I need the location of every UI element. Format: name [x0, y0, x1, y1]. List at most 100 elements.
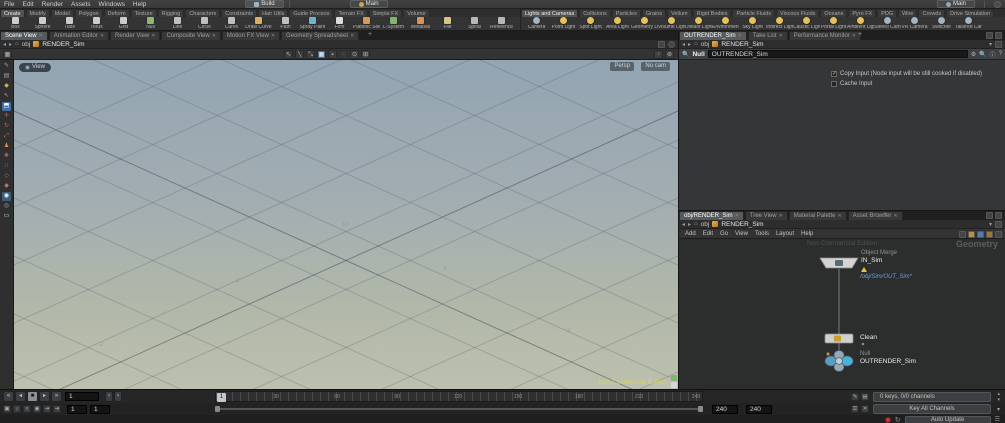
pane-tab[interactable]: Geometry Spreadsheet ✕ — [281, 31, 360, 40]
search-icon[interactable]: 🔍 — [682, 51, 689, 58]
shelf-tab[interactable]: Crowds — [918, 9, 946, 17]
shelf-tab[interactable]: Terrain FX — [334, 9, 368, 17]
next-key-icon[interactable]: › — [114, 391, 122, 402]
points-mode-icon[interactable]: ∷ — [2, 162, 11, 171]
new-tab-button[interactable]: + — [365, 31, 375, 38]
resize-grip-icon[interactable] — [671, 382, 677, 388]
playhead[interactable]: 1 — [217, 393, 226, 402]
shelf-tab[interactable]: Viscous Fluids — [776, 9, 820, 17]
shelf-tool[interactable]: L-System — [380, 17, 407, 30]
shelf-tool[interactable]: Sphere — [29, 17, 56, 30]
shelf-tab[interactable]: Guide Process — [289, 9, 334, 17]
node-name-field[interactable]: OUTRENDER_Sim — [707, 50, 968, 58]
pane-tab[interactable]: Asset Browser ✕ — [847, 211, 903, 220]
pane-tab[interactable]: Composite View ✕ — [161, 31, 221, 40]
secondary-selector[interactable]: Main — [349, 0, 388, 8]
pane-tab[interactable]: Tree View ✕ — [744, 211, 788, 220]
path-menu-icon[interactable] — [658, 40, 665, 48]
prims-mode-icon[interactable]: ◆ — [2, 182, 11, 191]
warning-icon[interactable] — [861, 267, 867, 272]
shelf-tab[interactable]: Characters — [185, 9, 221, 17]
pane-maximize-icon[interactable] — [986, 32, 993, 39]
keyframe-icon[interactable]: ◆ — [2, 82, 11, 91]
back-icon[interactable]: ◂ — [682, 41, 685, 48]
persp-view-button[interactable]: Persp — [610, 62, 634, 71]
menu-item[interactable]: Windows — [95, 1, 129, 8]
shelf-tool[interactable]: Camera — [523, 17, 550, 30]
pane-tab[interactable]: Render View ✕ — [110, 31, 161, 40]
network-menu-item[interactable]: Edit — [700, 231, 716, 237]
shelf-tab[interactable]: Polygon — [74, 9, 103, 17]
substep-field[interactable]: 1 — [90, 404, 110, 414]
objects-mode-icon[interactable]: ❖ — [2, 152, 11, 161]
shelf-tool[interactable]: Circle — [191, 17, 218, 30]
shelf-tab[interactable]: Vellum — [667, 9, 692, 17]
network-menu-item[interactable]: Layout — [773, 231, 797, 237]
close-icon[interactable]: ✕ — [735, 213, 739, 219]
set-key-icon[interactable]: ⚿ — [851, 405, 859, 413]
node-name-label[interactable]: OUTRENDER_Sim — [860, 358, 916, 365]
help-icon[interactable]: ? — [999, 51, 1002, 57]
shelf-tab[interactable]: Grains — [641, 9, 667, 17]
current-frame-field[interactable]: 1 — [65, 392, 99, 401]
snap-grid-icon[interactable]: ▦ — [317, 49, 326, 59]
path-context[interactable]: obj — [701, 41, 710, 48]
checkbox-unchecked-icon[interactable] — [831, 81, 837, 87]
close-icon[interactable]: ✕ — [837, 213, 841, 219]
close-icon[interactable]: ✕ — [779, 33, 783, 39]
timeline-ruler[interactable]: 30 60 90 120 150 180 210 240 1 — [215, 391, 703, 402]
node-name-label[interactable]: IN_Sim — [861, 257, 882, 264]
pane-tab[interactable]: OUTRENDER_Sim ✕ — [679, 31, 747, 40]
close-icon[interactable]: ✕ — [350, 33, 354, 39]
shelf-tab[interactable]: Simple FX — [368, 9, 403, 17]
path-options-icon[interactable] — [995, 220, 1002, 228]
loop-mode-icon[interactable]: ➔ — [53, 405, 61, 413]
remove-key-icon[interactable]: ✕ — [861, 405, 869, 413]
shelf-tool[interactable]: Draw Curve — [245, 17, 272, 30]
path-context[interactable]: obj — [22, 41, 31, 48]
render-region-icon[interactable]: ▭ — [2, 212, 11, 221]
back-icon[interactable]: ◂ — [3, 41, 6, 48]
sticky-note-icon[interactable] — [986, 230, 993, 238]
pin-icon[interactable]: ⌂ — [694, 41, 698, 47]
add-view-icon[interactable]: ⊞ — [361, 49, 370, 59]
menu-item[interactable]: File — [0, 1, 18, 8]
node-shape-null[interactable] — [824, 350, 854, 372]
shelf-tool[interactable]: Tube — [56, 17, 83, 30]
menu-item[interactable]: Help — [129, 1, 150, 8]
move-tool-icon[interactable]: ⤡ — [306, 49, 315, 59]
shelf-tool[interactable]: Torus — [83, 17, 110, 30]
shelf-tab[interactable]: Wire — [898, 9, 918, 17]
tool-history-icon[interactable]: ▤ — [2, 72, 11, 81]
cache-input-toggle[interactable]: Cache Input — [831, 81, 872, 87]
zoom-icon[interactable] — [995, 230, 1002, 238]
spinner-icons[interactable]: ▴ ▾ — [997, 391, 1000, 403]
shelf-tool[interactable]: Distant Light — [685, 17, 712, 30]
shelf-tool[interactable]: Null — [137, 17, 164, 30]
ghost-geometry-icon[interactable]: ◎ — [2, 202, 11, 211]
translate-handle-icon[interactable]: ✛ — [2, 112, 11, 121]
display-options-icon[interactable]: ⊛ — [665, 49, 674, 59]
shelf-tab[interactable]: Model — [50, 9, 74, 17]
shelf-tool[interactable]: Switcher — [928, 17, 955, 30]
dropdown-icon[interactable]: ▾ — [989, 221, 992, 228]
shelf-tool[interactable]: Ambient Light — [847, 17, 874, 30]
shelf-tool[interactable]: Line — [164, 17, 191, 30]
shelf-tool[interactable]: Metaball — [407, 17, 434, 30]
jump-end-button[interactable]: » — [51, 391, 62, 402]
zoom-timeline-icon[interactable]: ⌕ — [23, 405, 31, 413]
lasso-icon[interactable]: ╲ — [295, 49, 304, 59]
keys-summary-button[interactable]: 0 keys, 0/0 channels — [873, 391, 991, 402]
show-handles-icon[interactable]: ✎ — [2, 62, 11, 71]
shelf-tool[interactable]: Path — [272, 17, 299, 30]
snapshot-icon[interactable] — [671, 375, 677, 381]
info-icon[interactable]: ⓘ — [990, 50, 996, 59]
shelf-tool[interactable]: Volume Light — [658, 17, 685, 30]
network-box-icon[interactable] — [977, 230, 984, 238]
network-menu-item[interactable]: Tools — [752, 231, 772, 237]
close-icon[interactable]: ✕ — [151, 33, 155, 39]
radial-menu-selector[interactable]: Main — [936, 0, 975, 8]
layout-grid-icon[interactable]: ▦ — [3, 49, 12, 59]
network-menu-item[interactable]: Go — [717, 231, 731, 237]
pane-tab[interactable]: Motion FX View ✕ — [221, 31, 281, 40]
